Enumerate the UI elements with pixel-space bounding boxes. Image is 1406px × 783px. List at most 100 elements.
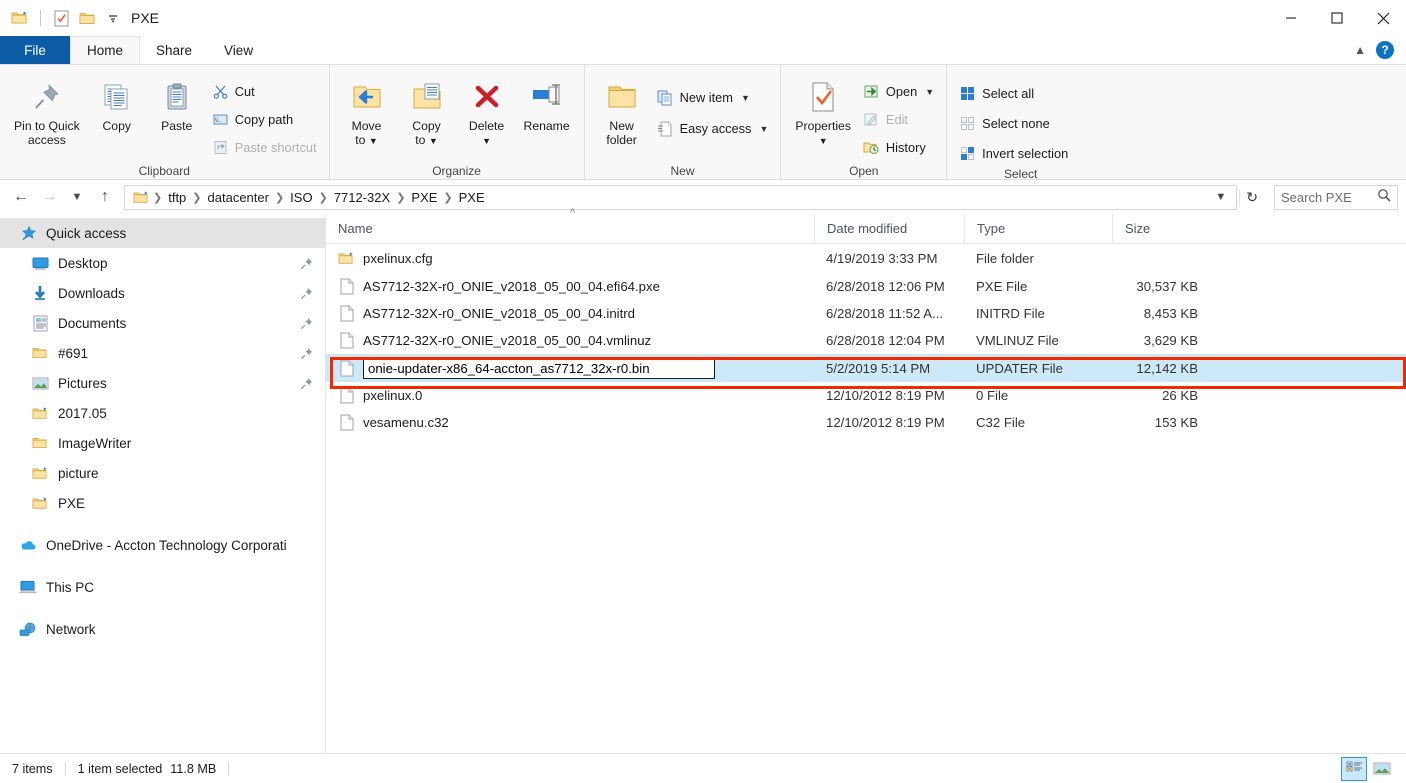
breadcrumb-item-pxe-2[interactable]: PXE <box>454 190 490 205</box>
details-view-button[interactable] <box>1341 756 1367 781</box>
table-row[interactable]: pxelinux.0 12/10/2012 8:19 PM 0 File 26 … <box>326 382 1406 409</box>
tab-file[interactable]: File <box>0 36 70 64</box>
view-toggle-group <box>1341 756 1394 781</box>
downloads-icon <box>30 283 50 303</box>
breadcrumb-separator[interactable]: ❯ <box>191 191 202 204</box>
easy-access-button[interactable]: Easy access ▼ <box>653 116 773 141</box>
table-row-selected[interactable]: onie-updater-x86_64-accton_as7712_32x-r0… <box>326 354 1406 382</box>
back-button[interactable]: ← <box>8 184 34 210</box>
breadcrumb-item-tftp[interactable]: tftp <box>163 190 191 205</box>
sidebar-item-picture[interactable]: picture <box>0 458 325 488</box>
up-button[interactable]: ↑ <box>92 184 118 210</box>
new-item-button[interactable]: New item ▼ <box>653 85 773 110</box>
cell-size: 26 KB <box>1162 388 1198 403</box>
pin-icon[interactable] <box>299 256 313 270</box>
refresh-icon[interactable]: ↻ <box>1239 188 1264 206</box>
rename-button[interactable]: Rename <box>518 73 576 133</box>
sidebar-item-quick-access[interactable]: Quick access <box>0 218 325 248</box>
pin-to-quick-access-button[interactable]: Pin to Quick access <box>8 73 86 147</box>
properties-button[interactable]: Properties ▼ <box>789 73 857 147</box>
sidebar-item-desktop[interactable]: Desktop <box>0 248 325 278</box>
folder-new-icon[interactable] <box>10 8 30 28</box>
table-row[interactable]: vesamenu.c32 12/10/2012 8:19 PM C32 File… <box>326 409 1406 436</box>
cell-size: 12,142 KB <box>1136 360 1198 376</box>
column-header-type[interactable]: Type <box>964 213 1112 244</box>
breadcrumb-separator[interactable]: ❯ <box>395 191 406 204</box>
folder-icon <box>30 433 50 453</box>
breadcrumb-separator[interactable]: ❯ <box>152 191 163 204</box>
properties-icon[interactable] <box>51 8 71 28</box>
breadcrumb-separator[interactable]: ❯ <box>318 191 329 204</box>
rename-input[interactable]: onie-updater-x86_64-accton_as7712_32x-r0… <box>363 357 715 379</box>
file-icon <box>338 386 355 405</box>
open-label: Open <box>885 84 918 99</box>
table-row[interactable]: AS7712-32X-r0_ONIE_v2018_05_00_04.efi64.… <box>326 273 1406 300</box>
customize-dropdown-icon[interactable] <box>103 8 123 28</box>
invert-selection-label: Invert selection <box>982 146 1069 161</box>
invert-selection-button[interactable]: Invert selection <box>955 141 1072 166</box>
new-item-label: New item <box>679 90 733 105</box>
ribbon-group-organize: Move to ▼ Copy to ▼ Delete ▼ Rename Orga… <box>328 65 584 181</box>
paste-button[interactable]: Paste <box>148 73 206 133</box>
tab-share[interactable]: Share <box>140 36 208 64</box>
select-all-button[interactable]: Select all <box>955 81 1072 106</box>
edit-label: Edit <box>885 112 908 127</box>
file-name: AS7712-32X-r0_ONIE_v2018_05_00_04.initrd <box>363 306 635 321</box>
copy-path-button[interactable]: \\.. Copy path <box>208 107 321 132</box>
select-none-button[interactable]: Select none <box>955 111 1072 136</box>
breadcrumb-item-7712-32x[interactable]: 7712-32X <box>329 190 395 205</box>
sidebar-item-onedrive[interactable]: OneDrive - Accton Technology Corporati <box>0 530 325 560</box>
edit-button[interactable]: Edit <box>859 107 938 132</box>
move-to-button[interactable]: Move to ▼ <box>338 73 396 147</box>
copy-to-button[interactable]: Copy to ▼ <box>398 73 456 147</box>
maximize-button[interactable] <box>1314 0 1360 36</box>
column-header-date-modified[interactable]: Date modified <box>814 213 964 244</box>
breadcrumb-item-pxe-1[interactable]: PXE <box>406 190 442 205</box>
sidebar-item-pictures[interactable]: Pictures <box>0 368 325 398</box>
sidebar-item-2017-05[interactable]: 2017.05 <box>0 398 325 428</box>
forward-button[interactable]: → <box>36 184 62 210</box>
minimize-button[interactable] <box>1268 0 1314 36</box>
close-button[interactable] <box>1360 0 1406 36</box>
breadcrumb-item-iso[interactable]: ISO <box>285 190 317 205</box>
table-row[interactable]: AS7712-32X-r0_ONIE_v2018_05_00_04.initrd… <box>326 300 1406 327</box>
new-folder-button[interactable]: New folder <box>593 73 651 147</box>
pin-icon[interactable] <box>299 286 313 300</box>
breadcrumb-item-datacenter[interactable]: datacenter <box>203 190 274 205</box>
pin-icon[interactable] <box>299 346 313 360</box>
breadcrumb[interactable]: ❯ tftp ❯ datacenter ❯ ISO ❯ 7712-32X ❯ P… <box>124 184 1238 210</box>
large-icons-view-button[interactable] <box>1370 758 1394 780</box>
chevron-down-icon: ▼ <box>740 92 750 103</box>
sidebar-item-imagewriter[interactable]: ImageWriter <box>0 428 325 458</box>
recent-locations-button[interactable]: ▼ <box>64 184 90 210</box>
pin-icon[interactable] <box>299 376 313 390</box>
pin-icon[interactable] <box>299 316 313 330</box>
sidebar-item-downloads[interactable]: Downloads <box>0 278 325 308</box>
breadcrumb-separator[interactable]: ❯ <box>442 191 453 204</box>
cut-button[interactable]: Cut <box>208 79 321 104</box>
column-header-size[interactable]: Size <box>1112 213 1212 244</box>
address-dropdown-icon[interactable]: ▼ <box>1209 191 1232 203</box>
sidebar-item-pxe[interactable]: PXE <box>0 488 325 518</box>
column-header-name[interactable]: ^ Name <box>326 207 814 244</box>
collapse-ribbon-icon[interactable]: ▲ <box>1354 43 1366 57</box>
breadcrumb-separator[interactable]: ❯ <box>274 191 285 204</box>
history-button[interactable]: History <box>859 135 938 160</box>
paste-shortcut-button[interactable]: Paste shortcut <box>208 135 321 160</box>
folder-icon[interactable] <box>77 8 97 28</box>
open-button[interactable]: Open ▼ <box>859 79 938 104</box>
help-icon[interactable]: ? <box>1376 41 1394 59</box>
sidebar-item-this-pc[interactable]: This PC <box>0 572 325 602</box>
sidebar-item-691[interactable]: #691 <box>0 338 325 368</box>
table-row[interactable]: AS7712-32X-r0_ONIE_v2018_05_00_04.vmlinu… <box>326 327 1406 354</box>
delete-button[interactable]: Delete ▼ <box>458 73 516 147</box>
search-input[interactable]: Search PXE <box>1274 184 1398 210</box>
delete-label: Delete <box>468 119 505 133</box>
tab-home[interactable]: Home <box>70 36 141 64</box>
copy-button[interactable]: Copy <box>88 73 146 133</box>
table-row[interactable]: pxelinux.cfg 4/19/2019 3:33 PM File fold… <box>326 244 1406 273</box>
sidebar-item-documents[interactable]: Documents <box>0 308 325 338</box>
sidebar-item-network[interactable]: Network <box>0 614 325 644</box>
tab-view[interactable]: View <box>208 36 269 64</box>
select-all-label: Select all <box>982 86 1035 101</box>
